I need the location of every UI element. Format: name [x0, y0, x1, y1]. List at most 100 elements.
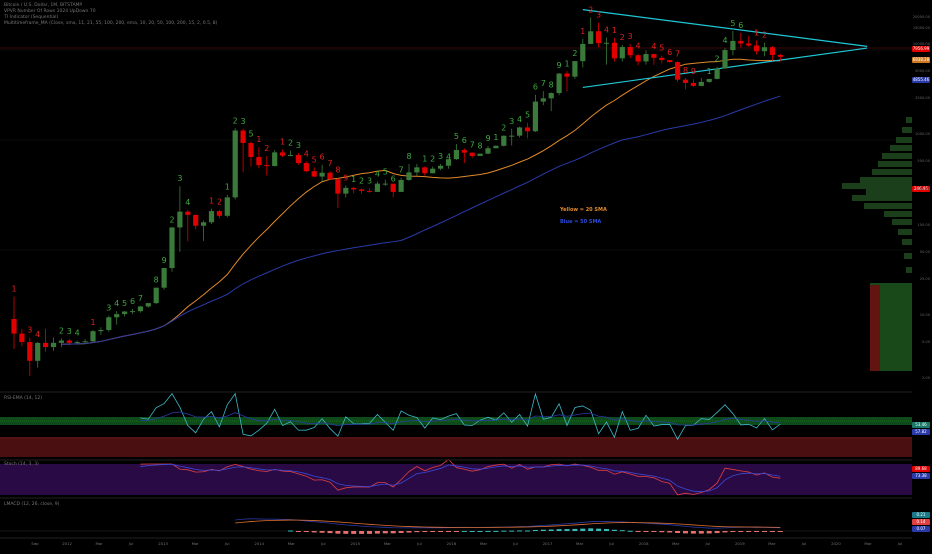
- time-axis-label: Mar: [383, 541, 391, 546]
- candle-body: [406, 172, 412, 180]
- macd-histogram-bar: [643, 531, 649, 532]
- time-axis-label: Jul: [224, 541, 230, 546]
- sequential-count: 3: [596, 11, 601, 20]
- candle-body: [754, 45, 760, 52]
- chart-stage[interactable]: 1342341345678923412123512123456789123456…: [0, 0, 932, 550]
- macd-histogram-bar: [635, 531, 641, 532]
- macd-histogram-bar: [414, 531, 420, 533]
- sequential-count: 8: [335, 166, 340, 175]
- macd-histogram-bar: [659, 531, 665, 533]
- candle-body: [730, 40, 736, 51]
- macd-histogram-bar: [327, 531, 333, 534]
- price-axis-label: 5.00: [921, 340, 930, 345]
- chart-svg[interactable]: 13 4 2 3 4134 5 6 789234 1 212 35121 2 345 6789 1 2 34 56…: [0, 0, 932, 550]
- candle-body: [366, 190, 373, 192]
- candle-body: [106, 317, 112, 331]
- candle-body: [777, 54, 783, 57]
- sequential-count: 9: [162, 256, 167, 265]
- candle-body: [82, 341, 88, 343]
- sequential-count: 5: [122, 299, 127, 308]
- candle-body: [517, 127, 523, 136]
- sequential-count: 4: [446, 153, 451, 162]
- time-axis-label: Jul: [609, 541, 614, 546]
- candle-body: [414, 167, 420, 173]
- candle-body: [208, 211, 215, 223]
- candle-body: [461, 149, 467, 153]
- rsi-value-box: 53.46: [912, 422, 930, 428]
- candle-body: [11, 319, 17, 334]
- macd-histogram-bar: [509, 530, 515, 532]
- volume-profile-bar: [892, 219, 912, 225]
- sequential-count: 1: [707, 67, 712, 76]
- candle-body: [232, 130, 238, 198]
- volume-profile-bar: [904, 253, 912, 259]
- candle-body: [43, 342, 49, 348]
- candle-body: [35, 342, 41, 361]
- sequential-count: 2: [572, 49, 577, 58]
- macd-histogram-bar: [422, 531, 428, 532]
- rsi-oversold-zone: [0, 437, 912, 457]
- macd-box-b: 0.14: [912, 519, 930, 525]
- macd-histogram-bar: [390, 531, 396, 534]
- candle-body: [477, 153, 483, 156]
- time-axis-label: Mar: [672, 541, 680, 546]
- sequential-count: 6: [391, 174, 396, 183]
- macd-histogram-bar: [485, 530, 491, 532]
- candle-body: [643, 54, 649, 62]
- stoch-legend: Stoch (14, 3, 3): [4, 462, 39, 467]
- volume-profile-bar: [860, 177, 912, 183]
- sequential-count: 1: [754, 28, 759, 37]
- candle-body: [19, 333, 25, 343]
- sequential-count: 6: [130, 297, 135, 306]
- macd-legend: LMACD (12, 26, close, 9): [4, 502, 60, 507]
- candle-body: [493, 145, 499, 149]
- candle-body: [50, 342, 57, 348]
- sequential-count: 4: [636, 42, 641, 51]
- sequential-count: 2: [59, 326, 64, 335]
- candle-body: [98, 330, 104, 332]
- sequential-count: 3: [438, 152, 443, 161]
- macd-histogram-bar: [627, 530, 633, 532]
- candle-body: [224, 197, 230, 216]
- time-axis-label: Jul: [897, 541, 903, 546]
- sequential-count: 2: [217, 198, 222, 207]
- sequential-count: 2: [233, 116, 238, 125]
- macd-histogram-bar: [667, 531, 673, 533]
- sequential-count: 1: [225, 183, 230, 192]
- macd-histogram-bar: [525, 530, 530, 532]
- candle-body: [287, 154, 294, 156]
- macd-histogram-bar: [556, 529, 562, 531]
- sequential-count: 8: [154, 276, 159, 285]
- macd-histogram-bar: [469, 530, 475, 532]
- time-axis-label: Mar: [576, 541, 584, 546]
- volume-profile-bar: [902, 127, 912, 133]
- candle-body: [327, 172, 333, 180]
- candle-body: [690, 82, 696, 86]
- sequential-count: 6: [320, 153, 325, 162]
- candle-body: [398, 179, 404, 192]
- sequential-count: 3: [296, 141, 301, 150]
- macd-histogram-bar: [398, 531, 404, 533]
- macd-histogram-bar: [754, 531, 760, 532]
- price-box-sma20: 6938.28: [912, 57, 930, 63]
- candle-body: [509, 135, 515, 137]
- sequential-count: 6: [738, 21, 743, 30]
- sequential-count: 4: [722, 36, 727, 45]
- candle-body: [619, 47, 625, 59]
- macd-histogram-bar: [722, 531, 728, 533]
- candle-body: [659, 57, 665, 61]
- main-legend: Bitcoin / U.S. Dollar, 1M, BITSTAMP VPVR…: [4, 3, 217, 27]
- macd-histogram-bar: [406, 531, 412, 533]
- sequential-count: 4: [185, 198, 190, 207]
- time-axis-label: Mar: [191, 541, 199, 546]
- macd-histogram-bar: [351, 531, 357, 534]
- sequential-count: 1: [351, 175, 356, 184]
- candle-body: [667, 60, 673, 63]
- candle-body: [248, 143, 254, 157]
- time-axis-label: Jul: [321, 541, 326, 546]
- volume-profile-bar: [890, 145, 912, 151]
- volume-profile-bar: [878, 161, 912, 167]
- time-axis-label: 2020: [831, 541, 841, 546]
- candle-body: [390, 183, 396, 192]
- volume-profile-bar: [870, 285, 880, 371]
